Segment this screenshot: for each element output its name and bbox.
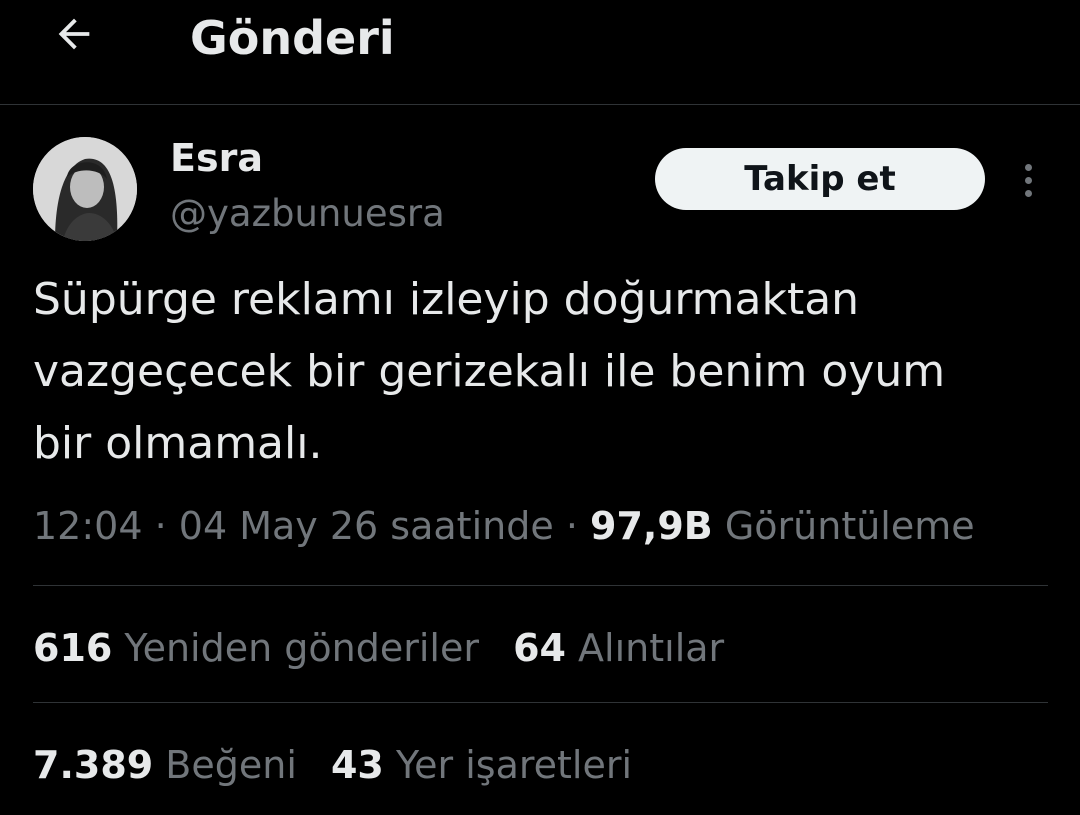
meta-separator: · (565, 504, 578, 548)
bookmarks-stat[interactable]: 43 Yer işaretleri (331, 739, 632, 791)
views-count: 97,9B (590, 504, 713, 548)
quotes-label: Alıntılar (578, 626, 725, 670)
divider (33, 702, 1048, 703)
page-title: Gönderi (190, 11, 395, 65)
quotes-count: 64 (513, 626, 566, 670)
likes-label: Beğeni (165, 743, 297, 787)
divider (33, 585, 1048, 586)
stats-row-likes: 7.389 Beğeni 43 Yer işaretleri (33, 739, 632, 791)
top-bar: Gönderi (0, 0, 1080, 105)
bookmarks-label: Yer işaretleri (395, 743, 633, 787)
arrow-left-icon (58, 18, 90, 50)
likes-count: 7.389 (33, 743, 154, 787)
reposts-stat[interactable]: 616 Yeniden gönderiler (33, 622, 479, 674)
likes-stat[interactable]: 7.389 Beğeni (33, 739, 297, 791)
tweet-time[interactable]: 12:04 (33, 504, 143, 548)
avatar-photo (33, 137, 137, 241)
more-vertical-icon-dot (1024, 189, 1032, 197)
follow-button[interactable]: Takip et (655, 148, 985, 210)
author-name[interactable]: Esra (170, 134, 263, 182)
stats-row-reposts: 616 Yeniden gönderiler 64 Alıntılar (33, 622, 724, 674)
more-options-button[interactable] (1008, 156, 1048, 204)
author-handle[interactable]: @yazbunuesra (170, 190, 445, 238)
quotes-stat[interactable]: 64 Alıntılar (513, 622, 724, 674)
reposts-count: 616 (33, 626, 113, 670)
back-button[interactable] (44, 8, 104, 60)
avatar[interactable] (33, 137, 137, 241)
meta-separator: · (154, 504, 167, 548)
tweet-date[interactable]: 04 May 26 saatinde (179, 504, 554, 548)
tweet-meta: 12:04 · 04 May 26 saatinde · 97,9B Görün… (33, 500, 975, 552)
bookmarks-count: 43 (330, 743, 384, 787)
tweet-text: Süpürge reklamı izleyip doğurmaktan vazg… (33, 274, 946, 469)
more-vertical-icon-dot (1024, 176, 1032, 184)
views-label: Görüntüleme (724, 504, 975, 548)
reposts-label: Yeniden gönderiler (124, 626, 479, 670)
more-vertical-icon (1024, 163, 1032, 171)
